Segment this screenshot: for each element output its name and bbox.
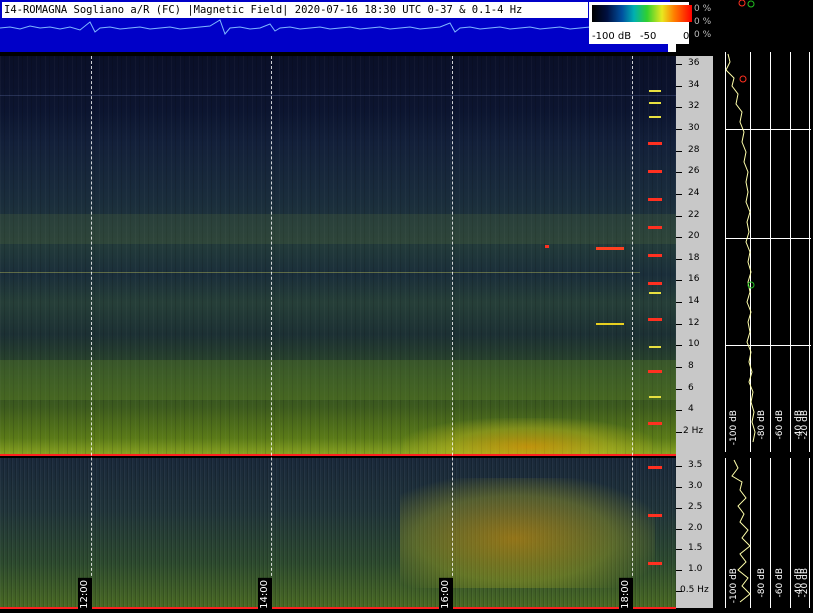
power-gridline	[809, 52, 810, 452]
power-trace-top	[725, 53, 756, 443]
time-label-14: 14:00	[258, 578, 272, 611]
frequency-tick-label: 2 Hz	[683, 426, 704, 436]
green-circle-icon	[747, 0, 755, 8]
tick-mark	[676, 549, 682, 551]
frequency-tick-label: 16	[688, 274, 700, 285]
colorbar-max-label: 0	[683, 31, 690, 42]
waveform-trace	[0, 18, 670, 48]
tick-mark	[676, 345, 682, 347]
power-gridline	[770, 458, 771, 608]
frequency-tick-label: 28	[688, 144, 700, 155]
power-axis-label: -100 dB	[729, 568, 739, 604]
frequency-tick-label: 22	[688, 209, 700, 220]
frequency-tick-label: 12	[688, 317, 700, 328]
tick-mark	[676, 528, 682, 530]
marker-column	[648, 90, 662, 565]
power-axis-label: -20 dB	[800, 568, 810, 598]
power-axis-label: -20 dB	[800, 410, 810, 440]
power-axis-label: -80 dB	[757, 568, 767, 598]
power-axis-label: -100 dB	[729, 410, 739, 446]
marker-icons	[738, 0, 755, 8]
header-corner	[668, 44, 676, 52]
tick-mark	[676, 237, 682, 239]
time-gridline-14	[271, 56, 272, 606]
tick-mark	[676, 388, 682, 390]
frequency-tick-label: 24	[688, 187, 700, 198]
tick-mark	[676, 107, 682, 109]
time-label-18: 18:00	[619, 578, 633, 611]
tick-mark	[676, 193, 682, 195]
frequency-tick-label: 6	[688, 382, 694, 393]
red-circle-icon	[738, 0, 746, 7]
tick-mark	[676, 280, 682, 282]
frequency-tick-label: 36	[688, 58, 700, 68]
frequency-tick-label: 10	[688, 339, 700, 350]
tick-mark	[676, 302, 682, 304]
power-axis-label: -60 dB	[775, 410, 785, 440]
time-gridline-16	[452, 56, 453, 606]
page-title: I4-ROMAGNA Sogliano a/R (FC) |Magnetic F…	[2, 2, 588, 18]
time-label-12: 12:00	[78, 578, 92, 611]
frequency-tick-label: 4	[688, 404, 694, 415]
frequency-tick-label: 14	[688, 296, 700, 307]
top-spectrogram-event	[403, 418, 653, 454]
tick-mark	[676, 410, 682, 412]
spectral-line	[596, 247, 624, 250]
top-spectrogram-band	[0, 214, 676, 244]
frequency-tick-label: 20	[688, 231, 700, 242]
panel-separator	[0, 454, 676, 456]
green-circle-icon	[747, 281, 755, 289]
tick-mark	[676, 432, 682, 433]
power-gridline	[770, 52, 771, 452]
power-trace-bottom	[731, 459, 751, 603]
frequency-tick-label: 2.0	[688, 522, 703, 533]
percent-label-3: 0 %	[694, 30, 712, 40]
frequency-tick-label: 3.0	[688, 480, 703, 491]
tick-mark	[676, 323, 682, 325]
frequency-tick-label: 0.5 Hz	[680, 585, 709, 595]
tick-mark	[676, 507, 682, 509]
tick-mark	[676, 215, 682, 217]
tick-mark	[676, 367, 682, 369]
tick-mark	[676, 64, 682, 65]
time-gridline-12	[91, 56, 92, 606]
percent-label-1: 0 %	[694, 4, 712, 14]
colorbar-gradient	[592, 5, 692, 22]
colorbar-mid-label: -50	[640, 31, 657, 42]
frequency-tick-label: 26	[688, 166, 700, 177]
power-gridline	[790, 458, 791, 608]
frequency-tick-label: 1.0	[688, 564, 703, 575]
colorbar-min-label: -100 dB	[592, 31, 632, 42]
tick-mark	[676, 128, 682, 130]
frequency-tick-label: 1.5	[688, 543, 703, 554]
time-gridline-18	[632, 56, 633, 606]
spectral-line	[0, 272, 640, 273]
tick-mark	[676, 258, 682, 260]
tick-mark	[676, 570, 682, 572]
frequency-tick-label: 34	[688, 79, 700, 90]
power-axis-label: -80 dB	[757, 410, 767, 440]
top-spectrogram-band-low	[0, 360, 676, 400]
percent-label-2: 0 %	[694, 17, 712, 27]
frequency-tick-label: 2.5	[688, 501, 703, 512]
tick-mark	[676, 172, 682, 174]
tick-mark	[676, 85, 682, 87]
spectral-line	[596, 323, 624, 325]
power-axis-label: -60 dB	[775, 568, 785, 598]
frequency-tick-label: 30	[688, 122, 700, 133]
bottom-border	[0, 607, 676, 609]
spectral-line	[0, 95, 676, 96]
red-circle-icon	[739, 75, 747, 83]
tick-mark	[676, 486, 682, 488]
frequency-tick-label: 8	[688, 361, 694, 372]
time-label-16: 16:00	[439, 578, 453, 611]
frequency-tick-label: 18	[688, 252, 700, 263]
spectral-marker	[545, 245, 549, 248]
frequency-tick-label: 3.5	[688, 460, 703, 470]
power-gridline	[790, 52, 791, 452]
bottom-spectrogram-event	[400, 478, 655, 588]
frequency-tick-label: 32	[688, 101, 700, 112]
tick-mark	[676, 150, 682, 152]
tick-mark	[676, 466, 682, 467]
